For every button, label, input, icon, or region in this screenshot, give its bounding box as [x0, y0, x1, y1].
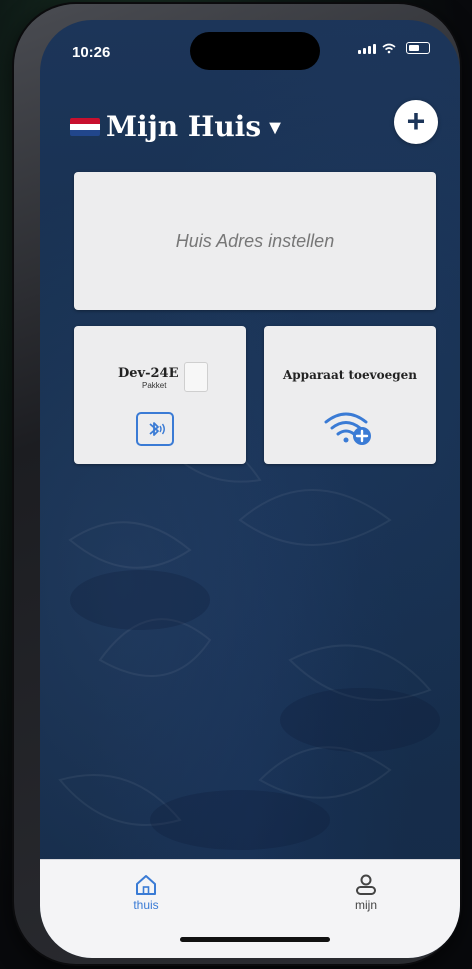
wifi-add-icon [324, 412, 371, 445]
page-title: Mijn Huis [106, 110, 262, 143]
person-icon [356, 874, 376, 895]
status-bar: 10:26 [40, 20, 460, 76]
address-placeholder: Huis Adres instellen [175, 230, 335, 251]
status-indicators [358, 42, 430, 54]
netherlands-flag-icon [70, 117, 100, 136]
status-time: 10:26 [72, 44, 111, 61]
device-thumbnail [184, 362, 208, 392]
dynamic-island [190, 32, 320, 70]
device-name: Dev-24E [118, 366, 179, 381]
wifi-icon [382, 43, 396, 54]
device-card[interactable]: Dev-24E Pakket [74, 326, 246, 464]
leaf-pattern-background [58, 187, 440, 850]
phone-frame: 10:26 Mijn Huis ▼ + Huis Adres instellen… [14, 4, 460, 964]
home-selector[interactable]: Mijn Huis ▼ [70, 110, 285, 143]
address-card[interactable]: Huis Adres instellen [74, 172, 436, 310]
battery-icon [406, 42, 430, 54]
add-device-card[interactable]: Apparaat toevoegen [264, 326, 436, 464]
bluetooth-icon [136, 412, 174, 446]
tab-thuis[interactable]: thuis [106, 874, 186, 912]
device-subtitle: Pakket [142, 381, 167, 390]
tab-label: mijn [354, 898, 377, 912]
app-screen: 10:26 Mijn Huis ▼ + Huis Adres instellen… [40, 20, 460, 958]
add-device-label: Apparaat toevoegen [282, 368, 417, 382]
add-button[interactable]: + [394, 100, 438, 144]
tab-bar: thuis mijn [40, 859, 460, 958]
tab-label: thuis [133, 898, 159, 912]
caret-down-icon: ▼ [265, 117, 285, 139]
home-indicator[interactable] [180, 937, 330, 942]
signal-icon [358, 44, 376, 54]
tab-mijn[interactable]: mijn [326, 874, 406, 912]
home-icon [136, 875, 156, 895]
